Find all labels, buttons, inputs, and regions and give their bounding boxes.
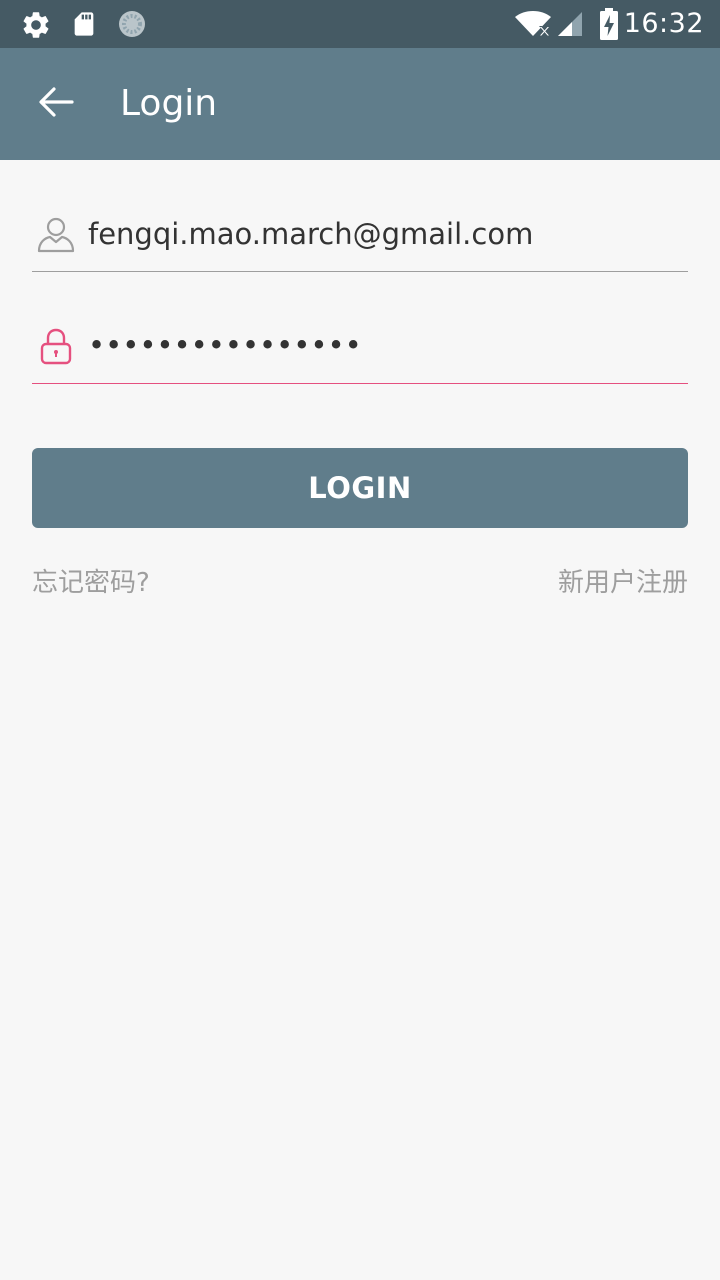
lock-icon <box>36 326 76 370</box>
settings-icon <box>20 9 52 45</box>
sd-card-icon <box>70 9 98 43</box>
page-title: Login <box>120 83 218 124</box>
back-button[interactable] <box>28 76 84 132</box>
app-bar: Login <box>0 48 720 160</box>
register-link[interactable]: 新用户注册 <box>558 562 688 599</box>
email-underline <box>32 271 688 272</box>
password-field[interactable]: •••••••••••••••• <box>32 314 688 384</box>
signal-icon <box>556 10 584 42</box>
login-button[interactable]: LOGIN <box>32 448 688 528</box>
user-icon <box>36 214 76 258</box>
status-bar: 16:32 <box>0 0 720 48</box>
battery-charging-icon <box>599 8 619 44</box>
email-field[interactable] <box>32 202 688 272</box>
arrow-back-icon <box>36 82 76 126</box>
wifi-icon <box>514 10 552 42</box>
forgot-password-link[interactable]: 忘记密码? <box>32 562 150 599</box>
password-underline <box>32 382 688 384</box>
email-input[interactable] <box>88 214 678 254</box>
password-input[interactable]: •••••••••••••••• <box>88 328 678 368</box>
status-time: 16:32 <box>623 8 704 39</box>
sync-icon <box>117 9 147 43</box>
